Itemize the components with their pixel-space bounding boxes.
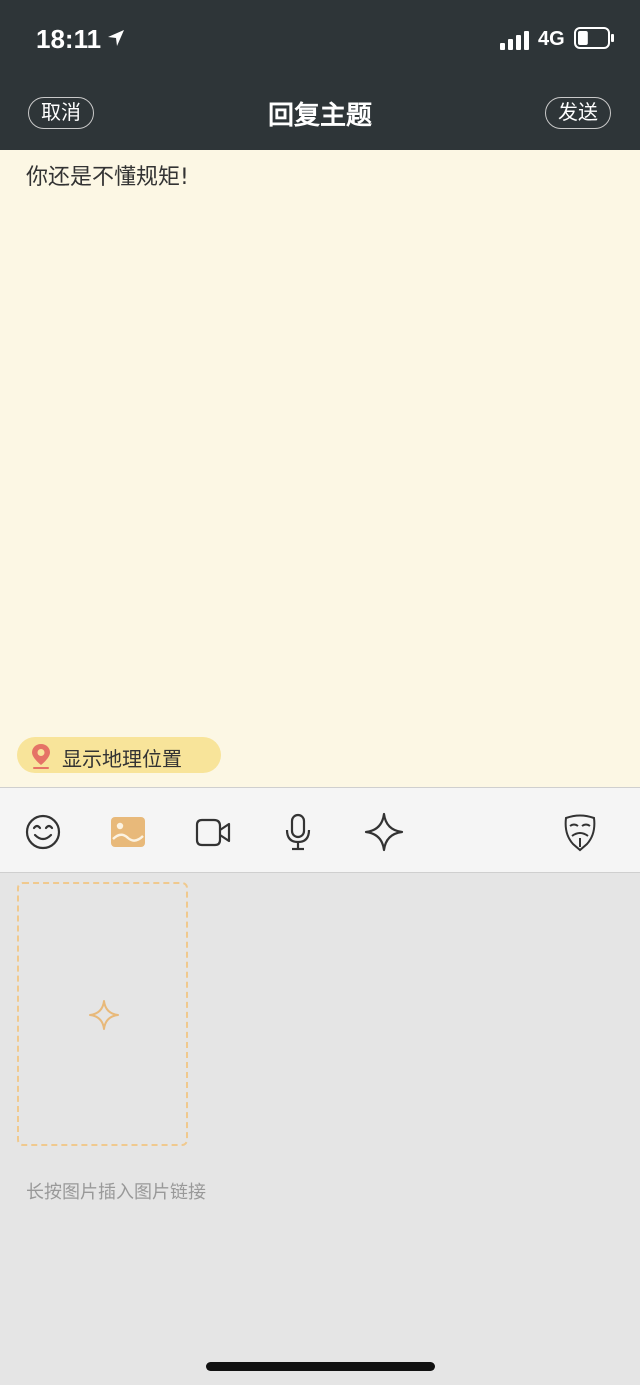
status-time: 18:11 — [36, 24, 102, 54]
insert-link-hint: 长按图片插入图片链接 — [26, 1182, 206, 1203]
add-plus-icon — [89, 1000, 119, 1030]
page-title: 回复主题 — [267, 101, 372, 131]
more-button[interactable] — [364, 812, 404, 852]
plus-icon — [364, 812, 404, 852]
location-pin-icon — [32, 744, 50, 769]
image-button[interactable] — [108, 812, 148, 852]
home-indicator[interactable] — [206, 1362, 435, 1371]
reply-text[interactable]: 你还是不懂规矩! — [26, 159, 189, 191]
battery-icon — [574, 27, 614, 49]
microphone-icon — [285, 813, 311, 851]
signal-icon — [500, 31, 529, 50]
reply-editor[interactable]: 你还是不懂规矩! 显示地理位置 — [0, 150, 640, 787]
compose-toolbar — [0, 787, 640, 873]
voice-button[interactable] — [278, 812, 318, 852]
network-type: 4G — [538, 28, 565, 50]
show-location-button[interactable]: 显示地理位置 — [17, 737, 221, 773]
show-location-label: 显示地理位置 — [62, 747, 182, 771]
send-button[interactable]: 发送 — [545, 97, 611, 129]
emoji-button[interactable] — [23, 812, 63, 852]
nav-bar: 取消 回复主题 发送 — [0, 80, 640, 150]
attachment-panel: 长按图片插入图片链接 — [0, 873, 640, 1385]
add-image-button[interactable] — [17, 882, 188, 1146]
video-button[interactable] — [193, 812, 233, 852]
anonymous-button[interactable] — [560, 812, 600, 852]
anonymous-mask-icon — [564, 814, 596, 852]
status-bar: 18:11 4G — [0, 0, 640, 80]
emoji-icon — [25, 814, 61, 850]
video-icon — [195, 818, 231, 847]
location-arrow-icon — [108, 30, 124, 46]
image-icon — [111, 817, 145, 847]
